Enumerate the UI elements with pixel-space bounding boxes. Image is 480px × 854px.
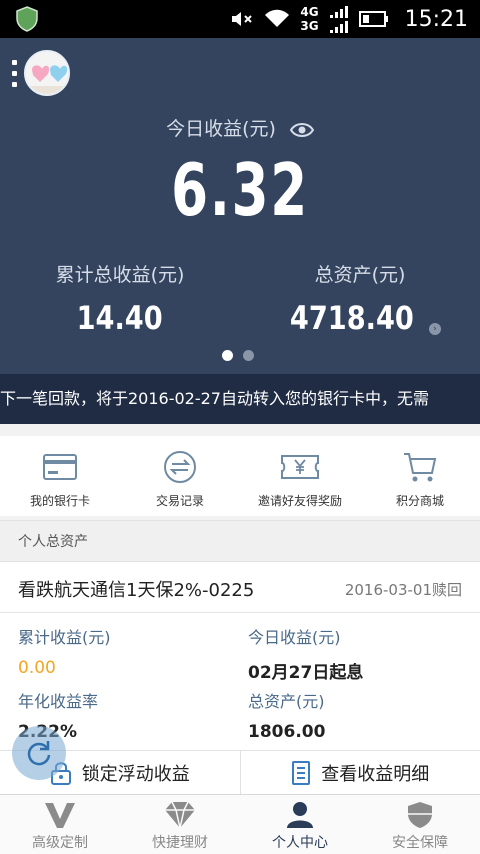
chevron-right-icon[interactable]: › (428, 323, 441, 335)
wifi-icon (265, 9, 290, 27)
transactions-icon (164, 451, 196, 483)
network-type: 4G 3G (300, 5, 318, 33)
income-detail-button[interactable]: 查看收益明细 (239, 751, 480, 794)
total-income-value: 14.40 (76, 299, 164, 337)
eye-icon[interactable] (289, 122, 314, 138)
shortcut-label: 积分商城 (395, 494, 444, 508)
refresh-button[interactable] (12, 726, 66, 780)
total-assets-label: 总资产(元) (314, 264, 406, 286)
shortcut-invite[interactable]: 邀请好友得奖励 (240, 436, 360, 516)
total-assets[interactable]: 总资产(元) 4718.40 › (240, 260, 480, 337)
annual-rate-label: 年化收益率 (18, 692, 99, 711)
document-list-icon (292, 760, 311, 785)
product-assets-label: 总资产(元) (248, 692, 325, 711)
menu-icon[interactable] (12, 60, 18, 94)
page-indicator (222, 350, 254, 361)
network-4g: 4G (300, 5, 319, 19)
notice-text: 该下一笔回款，将于2016-02-27自动转入您的银行卡中，无需 (0, 389, 429, 408)
bottom-tab-bar: 高级定制 快捷理财 个人中心 安全保障 (0, 794, 480, 854)
cumulative-income: 累计收益(元) 0.00 (18, 624, 238, 678)
shield-icon (408, 802, 432, 828)
shopping-cart-icon (404, 453, 437, 482)
refresh-icon (27, 741, 51, 766)
cumulative-income-value: 0.00 (18, 658, 56, 678)
coupon-icon (281, 455, 319, 479)
tab-label: 高级定制 (32, 835, 88, 851)
tab-personal-center[interactable]: 个人中心 (240, 795, 360, 854)
network-3g: 3G (300, 19, 319, 33)
tab-custom[interactable]: 高级定制 (0, 795, 120, 854)
clock: 15:21 (404, 6, 468, 32)
today-income: 今日收益(元) 02月27日起息 (248, 624, 468, 683)
shortcut-label: 邀请好友得奖励 (257, 494, 342, 508)
security-shield-icon (16, 6, 38, 32)
notice-marquee: 该下一笔回款，将于2016-02-27自动转入您的银行卡中，无需 (0, 374, 480, 424)
tab-security[interactable]: 安全保障 (360, 795, 480, 854)
diamond-icon (165, 801, 195, 829)
lock-income-label: 锁定浮动收益 (81, 763, 190, 785)
product-assets: 总资产(元) 1806.00 (248, 688, 468, 742)
mute-icon (232, 12, 253, 26)
total-income: 累计总收益(元) 14.40 (0, 260, 240, 337)
person-icon (287, 802, 313, 828)
v-logo-icon (45, 803, 75, 828)
income-detail-label: 查看收益明细 (321, 763, 430, 785)
shortcut-transactions[interactable]: 交易记录 (120, 436, 240, 516)
product-assets-value: 1806.00 (248, 722, 326, 742)
today-earnings-label: 今日收益(元) (0, 114, 480, 141)
shortcut-label: 我的银行卡 (29, 494, 90, 508)
signal-icon (329, 6, 348, 33)
tab-label: 快捷理财 (152, 835, 208, 851)
tab-label: 安全保障 (392, 835, 448, 851)
tab-label: 个人中心 (272, 835, 328, 851)
tab-quick-finance[interactable]: 快捷理财 (120, 795, 240, 854)
shortcut-row: 我的银行卡 交易记录 邀请好友得奖励 积分商城 (0, 436, 480, 516)
total-assets-value: 4718.40 (290, 299, 414, 337)
battery-icon (358, 11, 388, 27)
today-income-label: 今日收益(元) (248, 628, 341, 647)
page-dot-2[interactable] (243, 350, 254, 361)
today-earnings-value: 6.32 (171, 148, 309, 232)
status-bar: 4G 3G 15:21 (0, 0, 480, 38)
product-name: 看跌航天通信1天保2%-0225 (18, 580, 255, 601)
redeem-date: 2016-03-01赎回 (344, 581, 462, 599)
total-income-label: 累计总收益(元) (55, 264, 185, 286)
earnings-panel: 今日收益(元) 6.32 累计总收益(元) 14.40 总资产(元) 4718.… (0, 38, 480, 374)
avatar[interactable] (24, 50, 70, 96)
today-income-value: 02月27日起息 (248, 663, 364, 683)
product-actions: 锁定浮动收益 查看收益明细 (0, 750, 480, 794)
today-earnings-label-text: 今日收益(元) (166, 118, 276, 140)
section-title: 个人总资产 (0, 520, 480, 562)
page-dot-1[interactable] (222, 350, 233, 361)
shortcut-mall[interactable]: 积分商城 (360, 436, 480, 516)
shortcut-label: 交易记录 (155, 494, 204, 508)
cumulative-income-label: 累计收益(元) (18, 628, 111, 647)
shortcut-bank-card[interactable]: 我的银行卡 (0, 436, 120, 516)
product-card[interactable]: 看跌航天通信1天保2%-0225 2016-03-01赎回 累计收益(元) 0.… (0, 562, 480, 794)
bank-card-icon (43, 454, 77, 480)
divider (0, 612, 480, 613)
